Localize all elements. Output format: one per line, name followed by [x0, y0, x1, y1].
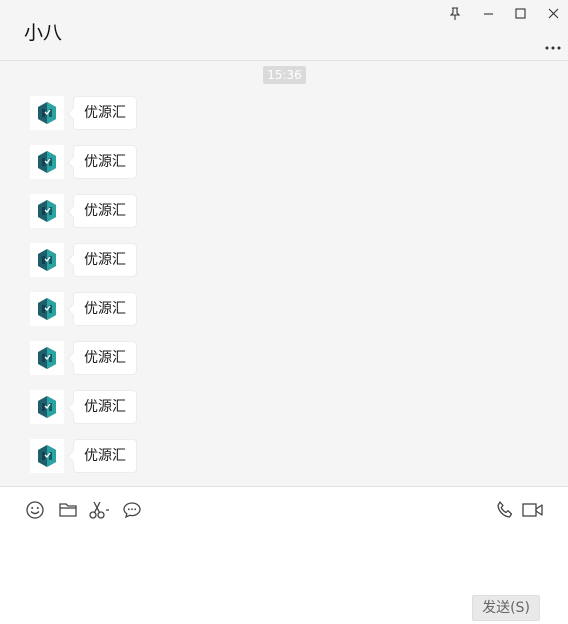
message-bubble[interactable]: 优源汇 [73, 439, 137, 473]
avatar[interactable] [30, 292, 64, 326]
avatar[interactable] [30, 96, 64, 130]
chat-title: 小八 [24, 22, 63, 44]
close-icon[interactable] [544, 4, 562, 22]
video-icon[interactable] [522, 499, 544, 521]
message-bubble[interactable]: 优源汇 [73, 145, 137, 179]
avatar[interactable] [30, 145, 64, 179]
avatar[interactable] [30, 243, 64, 277]
composer: 发送(S) [0, 486, 568, 624]
folder-icon[interactable] [57, 499, 79, 521]
message-bubble[interactable]: 优源汇 [73, 243, 137, 277]
send-button[interactable]: 发送(S) [472, 595, 540, 621]
message-bubble[interactable]: 优源汇 [73, 341, 137, 375]
more-options-icon[interactable] [544, 36, 562, 50]
message-bubble[interactable]: 优源汇 [73, 96, 137, 130]
avatar[interactable] [30, 390, 64, 424]
minimize-icon[interactable] [479, 4, 497, 22]
timestamp: 15:36 [263, 66, 306, 84]
maximize-icon[interactable] [511, 4, 529, 22]
chat-header: 小八 [0, 0, 568, 61]
scissors-icon[interactable] [88, 499, 110, 521]
phone-icon[interactable] [494, 499, 516, 521]
pin-icon[interactable] [446, 4, 464, 22]
avatar[interactable] [30, 439, 64, 473]
message-bubble[interactable]: 优源汇 [73, 292, 137, 326]
emoji-icon[interactable] [24, 499, 46, 521]
message-list[interactable]: 15:36 优源汇 优源汇 优源汇 优源汇 优源汇 优源汇 优源汇 优源汇 [0, 61, 568, 486]
avatar[interactable] [30, 341, 64, 375]
avatar[interactable] [30, 194, 64, 228]
message-bubble[interactable]: 优源汇 [73, 390, 137, 424]
chat-bubble-icon[interactable] [121, 499, 143, 521]
message-bubble[interactable]: 优源汇 [73, 194, 137, 228]
